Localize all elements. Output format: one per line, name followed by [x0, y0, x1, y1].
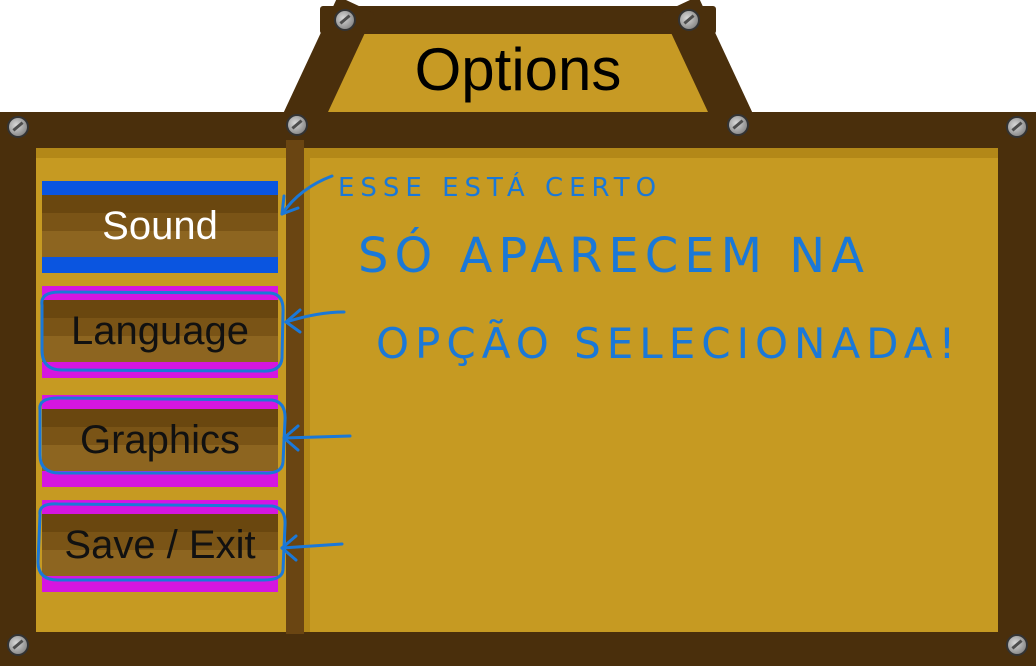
annotation-note-line2: OPÇÃO SELECIONADA! [376, 318, 961, 368]
arrow-icon [282, 434, 352, 440]
annotation-outline [38, 396, 287, 475]
annotation-layer: ESSE ESTÁ CERTO SÓ APARECEM NA OPÇÃO SEL… [36, 171, 961, 582]
annotation-outline [36, 502, 287, 582]
annotation-note-line1: SÓ APARECEM NA [358, 227, 870, 284]
arrow-icon [280, 174, 334, 216]
annotation-note-top: ESSE ESTÁ CERTO [338, 171, 662, 203]
arrow-icon [280, 542, 344, 550]
annotation-outline [40, 290, 285, 373]
